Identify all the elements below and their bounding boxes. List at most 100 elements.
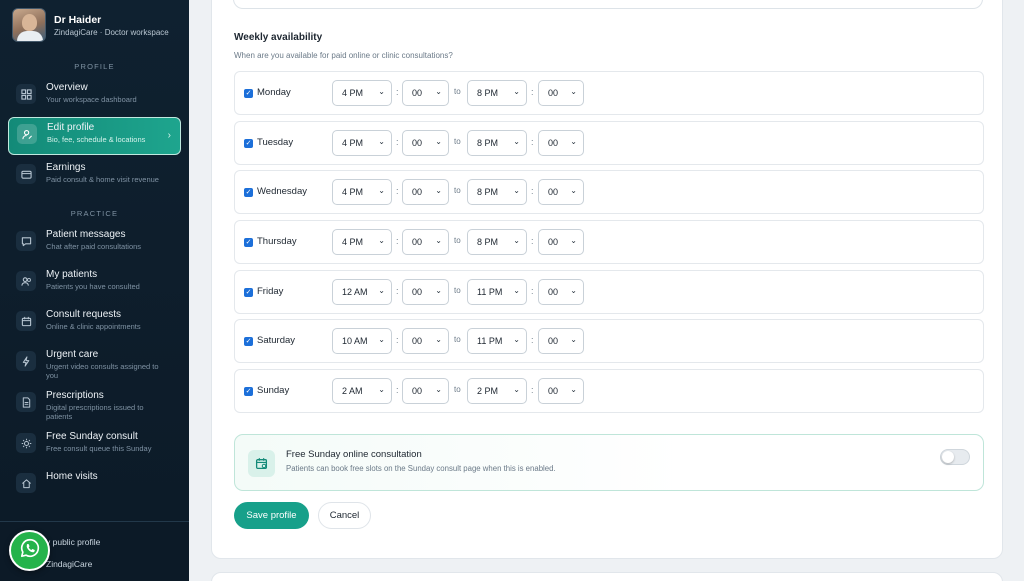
sidebar-item-label: Prescriptions xyxy=(46,390,104,401)
chevron-down-icon: ⌄ xyxy=(513,335,520,344)
sidebar-item-patient-messages[interactable]: Patient messages Chat after paid consult… xyxy=(8,224,181,264)
time-separator: : xyxy=(531,186,534,196)
from-hour-select[interactable]: 10 AM ⌄ xyxy=(332,328,392,354)
to-minute-select[interactable]: 00 ⌄ xyxy=(538,80,584,106)
section-label-practice: PRACTICE xyxy=(70,209,119,218)
main-content: Weekly availability When are you availab… xyxy=(189,0,1024,581)
to-label: to xyxy=(454,87,461,96)
sidebar-item-prescriptions[interactable]: Prescriptions Digital prescriptions issu… xyxy=(8,385,181,426)
from-hour-select[interactable]: 4 PM ⌄ xyxy=(332,130,392,156)
sidebar-item-my-patients[interactable]: My patients Patients you have consulted xyxy=(8,264,181,304)
whatsapp-icon xyxy=(19,537,41,564)
free-sunday-toggle[interactable] xyxy=(940,449,970,465)
from-minute-select[interactable]: 00 ⌄ xyxy=(402,80,449,106)
to-label: to xyxy=(454,286,461,295)
sidebar-item-urgent-care[interactable]: Urgent care Urgent video consults assign… xyxy=(8,344,181,385)
chevron-down-icon: ⌄ xyxy=(378,385,385,394)
chevron-down-icon: ⌄ xyxy=(513,186,520,195)
sidebar-item-label: Urgent care xyxy=(46,349,99,360)
chevron-down-icon: ⌄ xyxy=(570,286,577,295)
day-name: Wednesday xyxy=(257,186,307,197)
chat-icon xyxy=(16,231,36,251)
to-label: to xyxy=(454,137,461,146)
chevron-down-icon: ⌄ xyxy=(513,87,520,96)
to-hour-select[interactable]: 11 PM ⌄ xyxy=(467,328,527,354)
day-row: ✓ Thursday 4 PM ⌄:00 ⌄ to 8 PM ⌄:00 ⌄ xyxy=(234,220,984,264)
from-minute-select[interactable]: 00 ⌄ xyxy=(402,179,449,205)
day-name: Sunday xyxy=(257,385,290,396)
from-minute-select[interactable]: 00 ⌄ xyxy=(402,328,449,354)
chevron-down-icon: ⌄ xyxy=(513,385,520,394)
sidebar-item-edit-profile[interactable]: Edit profile Bio, fee, schedule & locati… xyxy=(8,117,181,155)
day-checkbox[interactable]: ✓ xyxy=(244,387,253,396)
chevron-down-icon: ⌄ xyxy=(435,186,442,195)
time-separator: : xyxy=(531,137,534,147)
day-row: ✓ Sunday 2 AM ⌄:00 ⌄ to 2 PM ⌄:00 ⌄ xyxy=(234,369,984,413)
chevron-down-icon: ⌄ xyxy=(378,186,385,195)
to-minute-select[interactable]: 00 ⌄ xyxy=(538,130,584,156)
to-hour-select[interactable]: 8 PM ⌄ xyxy=(467,130,527,156)
chevron-down-icon: ⌄ xyxy=(435,385,442,394)
edit-profile-card: Weekly availability When are you availab… xyxy=(211,0,1003,559)
to-minute-select[interactable]: 00 ⌄ xyxy=(538,229,584,255)
chevron-right-icon: › xyxy=(167,130,171,141)
sidebar-item-overview[interactable]: Overview Your workspace dashboard xyxy=(8,77,181,117)
time-separator: : xyxy=(396,137,399,147)
time-separator: : xyxy=(531,87,534,97)
sidebar-profile-header[interactable]: Dr Haider ZindagiCare · Doctor workspace xyxy=(0,0,189,50)
from-minute-select[interactable]: 00 ⌄ xyxy=(402,130,449,156)
day-checkbox[interactable]: ✓ xyxy=(244,288,253,297)
sidebar-item-label: Edit profile xyxy=(47,122,95,133)
from-hour-select[interactable]: 12 AM ⌄ xyxy=(332,279,392,305)
to-hour-select[interactable]: 11 PM ⌄ xyxy=(467,279,527,305)
time-separator: : xyxy=(396,286,399,296)
to-hour-select[interactable]: 8 PM ⌄ xyxy=(467,179,527,205)
sidebar-item-home-visits[interactable]: Home visits xyxy=(8,466,181,506)
chevron-down-icon: ⌄ xyxy=(513,137,520,146)
to-minute-select[interactable]: 00 ⌄ xyxy=(538,279,584,305)
brand-link[interactable]: ZindagiCare xyxy=(46,559,92,569)
users-icon xyxy=(16,271,36,291)
day-name: Tuesday xyxy=(257,137,294,148)
whatsapp-button[interactable] xyxy=(9,530,50,571)
time-separator: : xyxy=(396,236,399,246)
day-row: ✓ Wednesday 4 PM ⌄:00 ⌄ to 8 PM ⌄:00 ⌄ xyxy=(234,170,984,214)
chevron-down-icon: ⌄ xyxy=(435,286,442,295)
sidebar-item-free-sunday-consult[interactable]: Free Sunday consult Free consult queue t… xyxy=(8,426,181,466)
to-minute-select[interactable]: 00 ⌄ xyxy=(538,378,584,404)
sidebar-item-consult-requests[interactable]: Consult requests Online & clinic appoint… xyxy=(8,304,181,344)
wallet-icon xyxy=(16,164,36,184)
sidebar-item-label: Earnings xyxy=(46,162,86,173)
day-checkbox[interactable]: ✓ xyxy=(244,337,253,346)
sidebar-item-desc: Urgent video consults assigned to you xyxy=(46,362,159,380)
calendar-icon xyxy=(16,311,36,331)
day-checkbox[interactable]: ✓ xyxy=(244,139,253,148)
sidebar-item-desc: Paid consult & home visit revenue xyxy=(46,175,159,184)
day-checkbox[interactable]: ✓ xyxy=(244,238,253,247)
time-separator: : xyxy=(396,335,399,345)
day-row: ✓ Tuesday 4 PM ⌄:00 ⌄ to 8 PM ⌄:00 ⌄ xyxy=(234,121,984,165)
from-minute-select[interactable]: 00 ⌄ xyxy=(402,378,449,404)
day-checkbox[interactable]: ✓ xyxy=(244,188,253,197)
to-hour-select[interactable]: 2 PM ⌄ xyxy=(467,378,527,404)
public-profile-link[interactable]: y public profile xyxy=(46,537,100,547)
from-minute-select[interactable]: 00 ⌄ xyxy=(402,279,449,305)
to-minute-select[interactable]: 00 ⌄ xyxy=(538,179,584,205)
from-hour-select[interactable]: 4 PM ⌄ xyxy=(332,179,392,205)
day-name: Thursday xyxy=(257,236,297,247)
from-hour-select[interactable]: 4 PM ⌄ xyxy=(332,229,392,255)
chevron-down-icon: ⌄ xyxy=(435,236,442,245)
day-checkbox[interactable]: ✓ xyxy=(244,89,253,98)
day-name: Friday xyxy=(257,286,284,297)
from-hour-select[interactable]: 4 PM ⌄ xyxy=(332,80,392,106)
from-hour-select[interactable]: 2 AM ⌄ xyxy=(332,378,392,404)
save-profile-button[interactable]: Save profile xyxy=(234,502,309,529)
from-minute-select[interactable]: 00 ⌄ xyxy=(402,229,449,255)
cancel-button[interactable]: Cancel xyxy=(318,502,371,529)
to-hour-select[interactable]: 8 PM ⌄ xyxy=(467,229,527,255)
day-row: ✓ Saturday 10 AM ⌄:00 ⌄ to 11 PM ⌄:00 ⌄ xyxy=(234,319,984,363)
to-minute-select[interactable]: 00 ⌄ xyxy=(538,328,584,354)
user-subtitle: ZindagiCare · Doctor workspace xyxy=(54,27,169,37)
to-hour-select[interactable]: 8 PM ⌄ xyxy=(467,80,527,106)
sidebar-item-earnings[interactable]: Earnings Paid consult & home visit reven… xyxy=(8,157,181,197)
